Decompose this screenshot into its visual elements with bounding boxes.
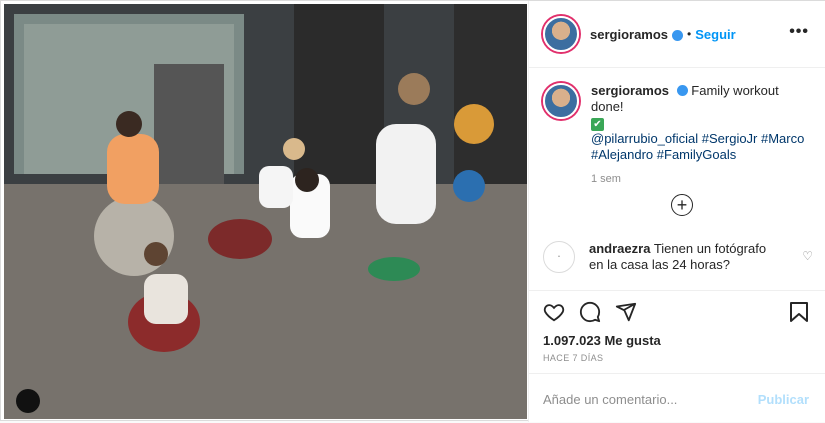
check-emoji-icon: ✔ bbox=[591, 118, 604, 131]
share-icon[interactable] bbox=[615, 301, 637, 323]
verified-icon bbox=[676, 85, 688, 96]
comment-like-icon[interactable]: ♡ bbox=[802, 249, 813, 263]
post-age: HACE 7 DÍAS bbox=[543, 353, 604, 363]
caption-tags[interactable]: @pilarrubio_oficial #SergioJr #Marco #Al… bbox=[591, 131, 804, 162]
follow-button[interactable]: Seguir bbox=[695, 27, 735, 42]
instagram-post-window: sergioramos • Seguir ••• sergioramos Fam… bbox=[0, 0, 825, 422]
add-comment-bar: Añade un comentario... Publicar bbox=[529, 373, 825, 423]
user-tag-icon[interactable] bbox=[16, 389, 40, 413]
plus-circle-icon[interactable]: + bbox=[671, 194, 693, 216]
gym-photo bbox=[4, 4, 527, 419]
separator-dot: • bbox=[687, 27, 692, 41]
caption: sergioramos Family workout done! ✔ @pila… bbox=[529, 83, 825, 187]
post-sidebar: sergioramos • Seguir ••• sergioramos Fam… bbox=[528, 1, 825, 422]
more-options-icon[interactable]: ••• bbox=[789, 23, 809, 41]
verified-icon bbox=[672, 29, 684, 41]
avatar[interactable] bbox=[543, 16, 579, 52]
heart-icon[interactable] bbox=[543, 301, 565, 323]
comment-row: • andraezra Tienen un fotógrafo en la ca… bbox=[543, 241, 813, 273]
caption-avatar[interactable] bbox=[543, 83, 579, 119]
comment-username[interactable]: andraezra bbox=[589, 241, 650, 256]
caption-username[interactable]: sergioramos bbox=[591, 83, 669, 98]
post-image[interactable] bbox=[4, 4, 527, 419]
header-username[interactable]: sergioramos bbox=[590, 27, 668, 42]
comment-icon[interactable] bbox=[579, 301, 601, 323]
comment-avatar[interactable]: • bbox=[543, 241, 575, 273]
post-comment-button[interactable]: Publicar bbox=[758, 392, 809, 407]
likes-count[interactable]: 1.097.023 Me gusta bbox=[543, 333, 661, 348]
actions-bar: 1.097.023 Me gusta HACE 7 DÍAS bbox=[529, 290, 825, 371]
post-header: sergioramos • Seguir ••• bbox=[529, 1, 825, 68]
caption-time: 1 sem bbox=[591, 173, 621, 185]
comment-input[interactable]: Añade un comentario... bbox=[543, 392, 677, 407]
bookmark-icon[interactable] bbox=[789, 301, 809, 323]
